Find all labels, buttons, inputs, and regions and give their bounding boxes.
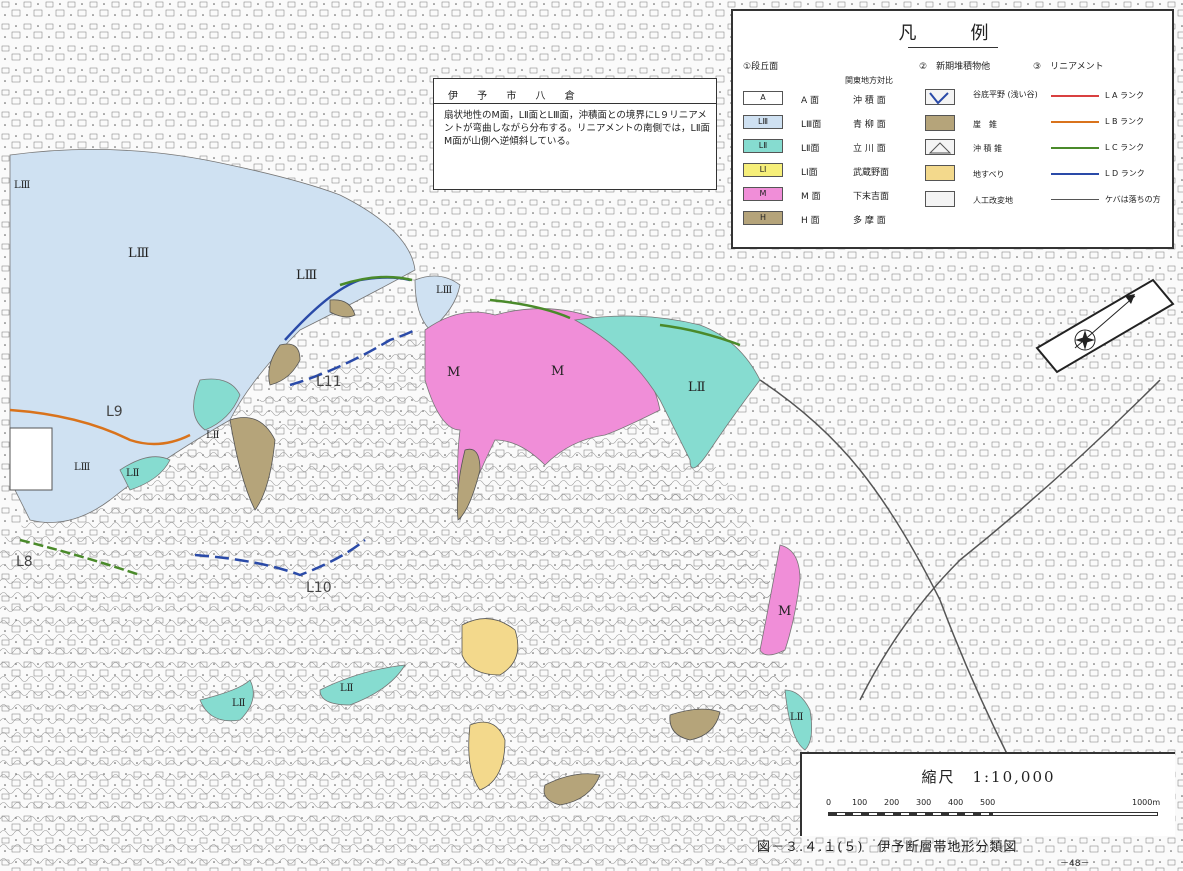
terrace-name: LⅠ面 bbox=[801, 168, 818, 178]
lineament-d-line bbox=[1051, 173, 1099, 175]
terrace-name: H 面 bbox=[801, 216, 820, 226]
terrace-swatch: LⅢ bbox=[743, 115, 783, 129]
deposit-label-landslide: 地すべり bbox=[973, 170, 1005, 179]
legend-terrace-heading: ①段丘面 bbox=[743, 62, 779, 72]
deposit-label-alluvial: 沖 積 錐 bbox=[973, 144, 1003, 153]
note-body: 扇状地性のM面，LⅡ面とLⅢ面，沖積面との境界にL９リニアメントが弯曲しながら分… bbox=[444, 110, 710, 147]
legend-terrace-a: A A 面 沖 積 面 bbox=[743, 91, 923, 107]
legend-title: 凡 例 bbox=[898, 23, 1007, 44]
lineament-c-line bbox=[1051, 147, 1099, 149]
map-label-m-b: M bbox=[551, 364, 565, 379]
terrace-kanto: 下末吉面 bbox=[853, 192, 890, 202]
legend-terrace-l2: LⅡ LⅡ面 立 川 面 bbox=[743, 139, 923, 155]
scale-tick: 300 bbox=[916, 798, 932, 807]
scale-tick: 500 bbox=[980, 798, 996, 807]
map-label-l2-west: LⅡ bbox=[206, 430, 220, 441]
terrace-swatch: LⅡ bbox=[743, 139, 783, 153]
map-label-m-a: M bbox=[447, 365, 461, 380]
scale-tick: 100 bbox=[852, 798, 868, 807]
terrace-name: LⅡ面 bbox=[801, 144, 820, 154]
terrace-kanto: 青 柳 面 bbox=[853, 120, 886, 130]
note-title: 伊 予 市 八 倉 bbox=[448, 91, 583, 102]
terrace-swatch: M bbox=[743, 187, 783, 201]
map-label-l3-north: LⅢ bbox=[296, 268, 318, 283]
lineament-label-l9: L9 bbox=[106, 404, 123, 420]
map-label-l2-east: LⅡ bbox=[688, 380, 706, 395]
scale-tick: 400 bbox=[948, 798, 964, 807]
terrace-swatch: H bbox=[743, 211, 783, 225]
legend-title-underline bbox=[908, 47, 998, 48]
terrace-kanto: 立 川 面 bbox=[853, 144, 886, 154]
legend-terrace-l3: LⅢ LⅢ面 青 柳 面 bbox=[743, 115, 923, 131]
terrace-swatch: LⅠ bbox=[743, 163, 783, 177]
terrace-swatch: A bbox=[743, 91, 783, 105]
terrace-name: LⅢ面 bbox=[801, 120, 822, 130]
scale-tick: 200 bbox=[884, 798, 900, 807]
scale-title: 縮尺 1:10,000 bbox=[921, 768, 1056, 786]
deposit-label-valley: 谷底平野 (浅い谷) bbox=[973, 90, 1038, 99]
scale-tick: 0 bbox=[826, 798, 832, 807]
deposit-label-talus: 崖 錐 bbox=[973, 120, 997, 129]
map-label-l2-south-a: LⅡ bbox=[232, 698, 246, 709]
lineament-c-label: L C ランク bbox=[1105, 143, 1145, 152]
legend-panel: 凡 例 ①段丘面 ② 新期堆積物他 ③ リニアメント 関東地方対比 A A 面 … bbox=[731, 9, 1174, 249]
scale-bar-fill bbox=[829, 813, 993, 815]
note-divider bbox=[434, 103, 716, 104]
legend-terrace-l1: LⅠ LⅠ面 武蔵野面 bbox=[743, 163, 923, 179]
page-number: －48－ bbox=[1060, 859, 1090, 869]
note-panel: 伊 予 市 八 倉 扇状地性のM面，LⅡ面とLⅢ面，沖積面との境界にL９リニアメ… bbox=[433, 78, 717, 190]
artificial-land-west bbox=[9, 427, 53, 491]
map-label-l3-center: LⅢ bbox=[436, 285, 453, 296]
hachure-line bbox=[1051, 199, 1099, 200]
scale-bar bbox=[828, 812, 1158, 816]
hachure-label: ケバは落ちの方 bbox=[1105, 195, 1161, 204]
landslide-a bbox=[461, 618, 519, 676]
legend-terrace-h: H H 面 多 摩 面 bbox=[743, 211, 923, 227]
scale-tick: 1000m bbox=[1132, 798, 1161, 807]
scale-panel: 縮尺 1:10,000 0 100 200 300 400 500 1000m bbox=[800, 752, 1175, 836]
north-arrow-icon bbox=[1035, 278, 1175, 374]
valley-plain-icon bbox=[925, 89, 955, 105]
map-label-l2-west-small: LⅡ bbox=[126, 468, 140, 479]
terrace-name: M 面 bbox=[801, 192, 821, 202]
artificial-land-icon bbox=[925, 191, 955, 207]
legend-terrace-m: M M 面 下末吉面 bbox=[743, 187, 923, 203]
lineament-b-label: L B ランク bbox=[1105, 117, 1145, 126]
map-label-l2-south-b: LⅡ bbox=[340, 683, 354, 694]
legend-deposit-heading: ② 新期堆積物他 bbox=[919, 62, 991, 72]
terrace-kanto: 武蔵野面 bbox=[853, 168, 890, 178]
deposit-label-artificial: 人工改変地 bbox=[973, 196, 1013, 205]
map-label-l3-west: LⅢ bbox=[128, 246, 150, 261]
landslide-icon bbox=[925, 165, 955, 181]
legend-lineament-heading: ③ リニアメント bbox=[1033, 62, 1104, 72]
alluvial-cone-icon bbox=[925, 139, 955, 155]
lineament-b-line bbox=[1051, 121, 1099, 123]
talus-icon bbox=[925, 115, 955, 131]
map-label-l2-southeast: LⅡ bbox=[790, 712, 804, 723]
lineament-label-l10: L10 bbox=[306, 580, 332, 596]
lineament-label-l11: L11 bbox=[316, 374, 342, 390]
lineament-a-label: L A ランク bbox=[1105, 91, 1145, 100]
terrace-kanto: 沖 積 面 bbox=[853, 96, 886, 106]
terrace-name: A 面 bbox=[801, 96, 820, 106]
legend-kanto-heading: 関東地方対比 bbox=[845, 76, 893, 85]
terrace-kanto: 多 摩 面 bbox=[853, 216, 886, 226]
map-label-l3-northwest: LⅢ bbox=[14, 180, 31, 191]
lineament-label-l8: L8 bbox=[16, 554, 33, 570]
lineament-a-line bbox=[1051, 95, 1099, 97]
figure-caption: 図－３.４.１(５) 伊予断層帯地形分類図 bbox=[757, 840, 1018, 855]
map-label-m-c: M bbox=[778, 604, 792, 619]
map-label-l3-southwest: LⅢ bbox=[74, 462, 91, 473]
lineament-d-label: L D ランク bbox=[1105, 169, 1145, 178]
